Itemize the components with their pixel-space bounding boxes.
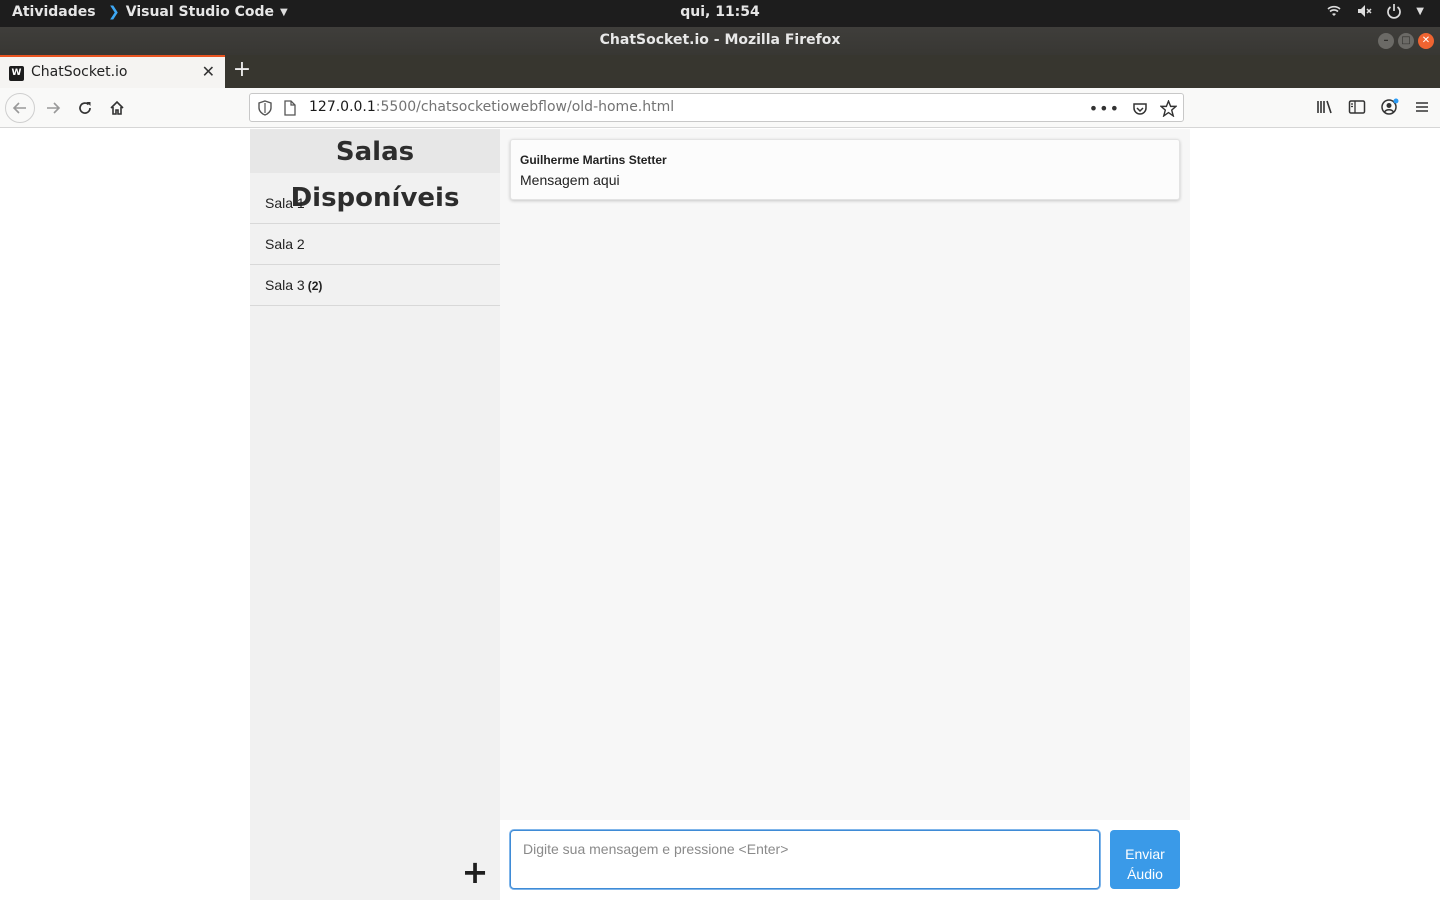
chevron-down-icon: ▼	[1416, 5, 1424, 17]
room-item[interactable]: Sala 2	[250, 224, 500, 265]
back-button[interactable]	[5, 93, 35, 123]
reload-button[interactable]	[71, 94, 99, 122]
wifi-icon	[1327, 5, 1341, 16]
unread-count-badge: (2)	[307, 279, 323, 293]
room-item[interactable]: Sala 3 (2)	[250, 265, 500, 306]
account-icon[interactable]	[1380, 98, 1400, 116]
url-bar[interactable]: 127.0.0.1:5500/chatsocketiowebflow/old-h…	[249, 93, 1184, 122]
message-composer: Enviar Áudio	[500, 820, 1190, 900]
room-label: Sala 2	[265, 236, 305, 252]
url-actions: •••	[1089, 99, 1177, 118]
vscode-icon: ❯	[108, 4, 120, 20]
activities-button[interactable]: Atividades	[12, 4, 96, 20]
reload-icon	[79, 102, 91, 114]
bookmark-star-icon[interactable]	[1160, 100, 1177, 117]
page-info-icon[interactable]	[284, 100, 296, 116]
system-tray[interactable]: ▼	[1326, 3, 1424, 19]
room-label: Sala 3	[265, 277, 305, 293]
home-icon	[110, 100, 124, 115]
message-author: Guilherme Martins Stetter	[520, 153, 667, 167]
volume-muted-icon	[1358, 5, 1372, 17]
new-tab-button[interactable]: +	[230, 58, 254, 82]
hamburger-menu-icon[interactable]	[1414, 99, 1430, 115]
maximize-button[interactable]: □	[1398, 33, 1414, 49]
minimize-button[interactable]: –	[1378, 33, 1394, 49]
rooms-sidebar: Salas Disponíveis Sala 1 Sala 2 Sala 3 (2…	[250, 129, 500, 900]
url-path: :5500/chatsocketiowebflow/old-home.html	[375, 99, 675, 115]
page-content: Salas Disponíveis Sala 1 Sala 2 Sala 3 (2…	[0, 129, 1440, 900]
sidebar-icon[interactable]	[1348, 99, 1366, 115]
page-actions-menu-icon[interactable]: •••	[1089, 99, 1120, 118]
toolbar-right	[1316, 98, 1430, 116]
app-menu[interactable]: ❯ Visual Studio Code ▼	[108, 4, 288, 20]
close-window-button[interactable]: ✕	[1418, 33, 1434, 49]
tab-title: ChatSocket.io	[31, 64, 128, 80]
tab-chatsocket[interactable]: W ChatSocket.io ✕	[0, 55, 225, 88]
app-menu-label: Visual Studio Code	[125, 4, 275, 20]
url-host: 127.0.0.1	[309, 99, 376, 115]
library-icon[interactable]	[1316, 99, 1334, 115]
arrow-left-icon	[12, 102, 26, 114]
power-icon	[1387, 4, 1402, 19]
navigation-bar: 127.0.0.1:5500/chatsocketiowebflow/old-h…	[0, 88, 1440, 128]
webflow-favicon-icon: W	[9, 66, 24, 81]
arrow-right-icon	[47, 102, 61, 114]
system-top-bar: Atividades ❯ Visual Studio Code ▼ qui, 1…	[0, 0, 1440, 27]
forward-button[interactable]	[39, 94, 67, 122]
rooms-title: Salas Disponíveis	[250, 129, 500, 213]
window-controls: – □ ✕	[1378, 33, 1434, 49]
home-button[interactable]	[103, 94, 131, 122]
chat-messages-area: Guilherme Martins Stetter Mensagem aqui	[500, 129, 1190, 820]
send-audio-button[interactable]: Enviar Áudio	[1110, 830, 1180, 889]
message-text: Mensagem aqui	[520, 172, 620, 188]
message-input[interactable]	[510, 830, 1100, 889]
shield-icon[interactable]	[258, 100, 272, 116]
pocket-icon[interactable]	[1132, 101, 1148, 117]
add-room-button[interactable]: +	[460, 856, 490, 888]
room-label: Sala 1	[265, 195, 305, 211]
chevron-down-icon: ▼	[280, 6, 288, 18]
chat-message: Guilherme Martins Stetter Mensagem aqui	[510, 139, 1180, 200]
url-text[interactable]: 127.0.0.1:5500/chatsocketiowebflow/old-h…	[309, 99, 674, 115]
tab-strip: W ChatSocket.io ✕ +	[0, 55, 1440, 88]
close-tab-icon[interactable]: ✕	[202, 62, 215, 81]
window-title-bar: ChatSocket.io - Mozilla Firefox – □ ✕	[0, 27, 1440, 55]
window-title: ChatSocket.io - Mozilla Firefox	[599, 32, 841, 48]
